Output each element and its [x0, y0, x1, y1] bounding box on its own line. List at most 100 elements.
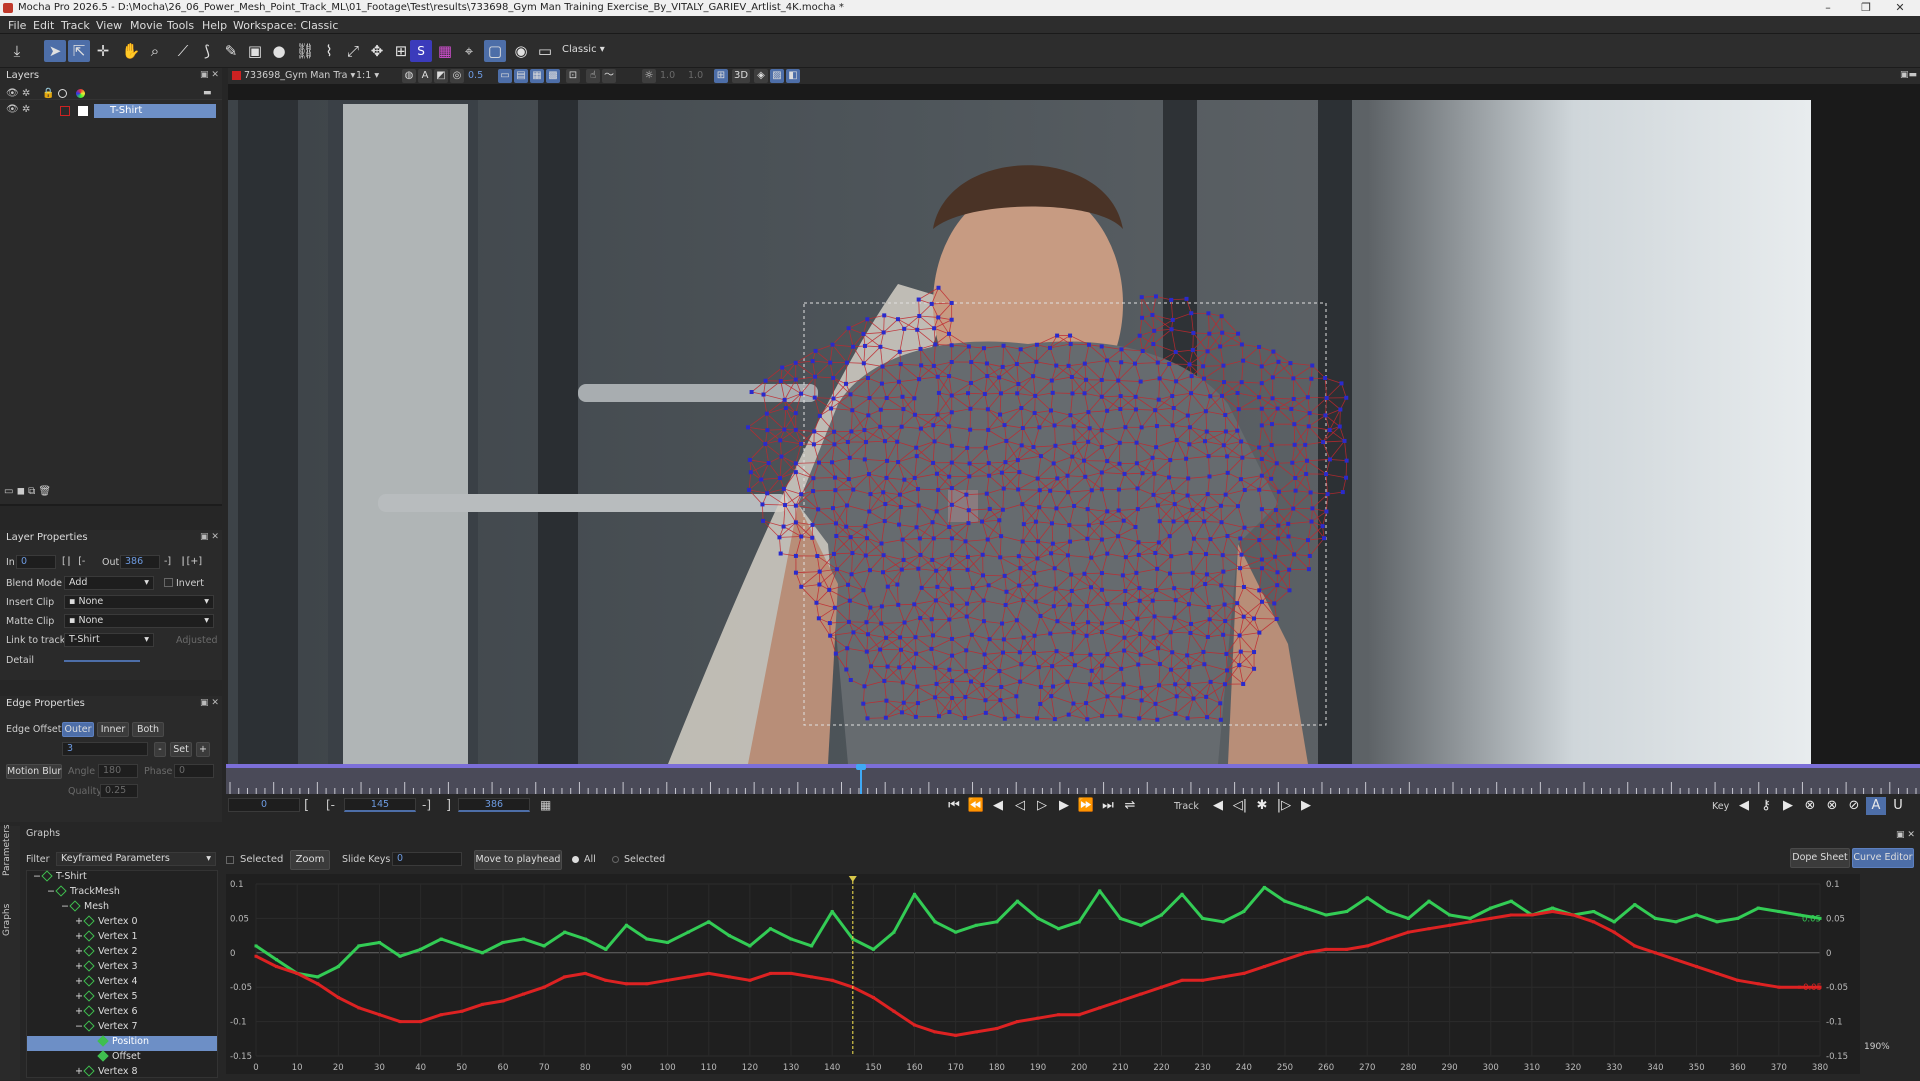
all-radio[interactable] — [572, 856, 579, 863]
mesh-vertex[interactable] — [884, 476, 888, 480]
mesh-vertex[interactable] — [799, 534, 803, 538]
mesh-vertex[interactable] — [936, 375, 940, 379]
mesh-vertex[interactable] — [984, 711, 988, 715]
mesh-vertex[interactable] — [862, 428, 866, 432]
mesh-vertex[interactable] — [1189, 311, 1193, 315]
curve-keyframe-point[interactable] — [707, 920, 710, 923]
mesh-vertex[interactable] — [1070, 455, 1074, 459]
mesh-vertex[interactable] — [1169, 630, 1173, 634]
curve-keyframe-point[interactable] — [1201, 917, 1204, 920]
mesh-vertex[interactable] — [1344, 476, 1348, 480]
mesh-vertex[interactable] — [1205, 715, 1209, 719]
mesh-vertex[interactable] — [933, 342, 937, 346]
curve-keyframe-point[interactable] — [769, 972, 772, 975]
mesh-vertex[interactable] — [950, 553, 954, 557]
mesh-vertex[interactable] — [884, 699, 888, 703]
mesh-vertex[interactable] — [833, 606, 837, 610]
mesh-vertex[interactable] — [1088, 426, 1092, 430]
mesh-vertex[interactable] — [1260, 507, 1264, 511]
mesh-vertex[interactable] — [1156, 503, 1160, 507]
curve-keyframe-point[interactable] — [501, 999, 504, 1002]
mesh-vertex[interactable] — [1122, 649, 1126, 653]
mesh-vertex[interactable] — [1067, 523, 1071, 527]
mesh-vertex[interactable] — [831, 376, 835, 380]
mesh-vertex[interactable] — [1204, 409, 1208, 413]
curve-keyframe-point[interactable] — [1222, 920, 1225, 923]
mesh-vertex[interactable] — [1206, 635, 1210, 639]
mesh-vertex[interactable] — [1170, 327, 1174, 331]
curve-keyframe-point[interactable] — [995, 920, 998, 923]
curve-keyframe-point[interactable] — [1304, 951, 1307, 954]
mesh-vertex[interactable] — [1122, 519, 1126, 523]
view-grid-icon[interactable]: ▦ — [530, 69, 544, 83]
mesh-vertex[interactable] — [1016, 382, 1020, 386]
pan-hand-icon[interactable]: ✋ — [120, 40, 142, 62]
mesh-vertex[interactable] — [863, 344, 867, 348]
mesh-vertex[interactable] — [1066, 553, 1070, 557]
mesh-vertex[interactable] — [913, 635, 917, 639]
mesh-vertex[interactable] — [968, 461, 972, 465]
mesh-vertex[interactable] — [1117, 508, 1121, 512]
close-window-button[interactable]: ✕ — [1880, 0, 1920, 16]
mesh-vertex[interactable] — [1140, 316, 1144, 320]
mesh-vertex[interactable] — [1137, 586, 1141, 590]
mesh-vertex[interactable] — [1116, 534, 1120, 538]
mesh-vertex[interactable] — [1188, 362, 1192, 366]
mesh-vertex[interactable] — [1202, 662, 1206, 666]
mesh-vertex[interactable] — [1016, 487, 1020, 491]
curve-keyframe-point[interactable] — [1654, 951, 1657, 954]
mesh-vertex[interactable] — [1037, 505, 1041, 509]
mesh-vertex[interactable] — [1158, 376, 1162, 380]
mesh-vertex[interactable] — [1048, 489, 1052, 493]
mesh-vertex[interactable] — [864, 554, 868, 558]
mesh-vertex[interactable] — [1205, 430, 1209, 434]
graphs-tab[interactable]: Graphs — [2, 904, 12, 936]
mesh-vertex[interactable] — [1120, 620, 1124, 624]
mesh-vertex[interactable] — [1015, 362, 1019, 366]
calendar-icon[interactable]: ▦ — [540, 798, 551, 812]
mesh-vertex[interactable] — [1307, 567, 1311, 571]
mesh-vertex[interactable] — [1100, 395, 1104, 399]
mesh-vertex[interactable] — [878, 345, 882, 349]
mesh-vertex[interactable] — [848, 392, 852, 396]
mesh-vertex[interactable] — [983, 665, 987, 669]
mesh-vertex[interactable] — [1100, 521, 1104, 525]
mesh-vertex[interactable] — [851, 488, 855, 492]
mesh-vertex[interactable] — [866, 376, 870, 380]
brightness-icon[interactable]: ☼ — [642, 69, 656, 83]
mesh-vertex[interactable] — [1049, 694, 1053, 698]
mesh-vertex[interactable] — [963, 695, 967, 699]
mesh-vertex[interactable] — [1235, 429, 1239, 433]
mesh-vertex[interactable] — [1173, 682, 1177, 686]
mesh-vertex[interactable] — [1072, 630, 1076, 634]
mesh-vertex[interactable] — [1292, 422, 1296, 426]
curve-keyframe-point[interactable] — [625, 924, 628, 927]
curve-keyframe-point[interactable] — [1057, 1013, 1060, 1016]
mesh-vertex[interactable] — [1021, 426, 1025, 430]
mesh-vertex[interactable] — [1121, 573, 1125, 577]
mesh-vertex[interactable] — [1137, 553, 1141, 557]
mesh-vertex[interactable] — [936, 315, 940, 319]
mesh-vertex[interactable] — [902, 478, 906, 482]
mesh-vertex[interactable] — [1105, 459, 1109, 463]
mesh-vertex[interactable] — [1169, 668, 1173, 672]
mesh-vertex[interactable] — [1037, 425, 1041, 429]
mesh-vertex[interactable] — [780, 366, 784, 370]
mesh-vertex[interactable] — [1105, 552, 1109, 556]
panel-close-icon[interactable]: ▣ ✕ — [1896, 830, 1915, 840]
mesh-vertex[interactable] — [1016, 714, 1020, 718]
mesh-vertex[interactable] — [1154, 294, 1158, 298]
mesh-vertex[interactable] — [1225, 668, 1229, 672]
mesh-vertex[interactable] — [1172, 406, 1176, 410]
mesh-vertex[interactable] — [1151, 456, 1155, 460]
mesh-vertex[interactable] — [999, 391, 1003, 395]
mesh-vertex[interactable] — [1174, 379, 1178, 383]
mesh-vertex[interactable] — [980, 520, 984, 524]
mesh-vertex[interactable] — [998, 413, 1002, 417]
menu-tools[interactable]: Tools — [167, 19, 194, 32]
curve-keyframe-point[interactable] — [1674, 920, 1677, 923]
mesh-vertex[interactable] — [765, 428, 769, 432]
mesh-vertex[interactable] — [811, 489, 815, 493]
mesh-vertex[interactable] — [869, 664, 873, 668]
mesh-vertex[interactable] — [1242, 526, 1246, 530]
